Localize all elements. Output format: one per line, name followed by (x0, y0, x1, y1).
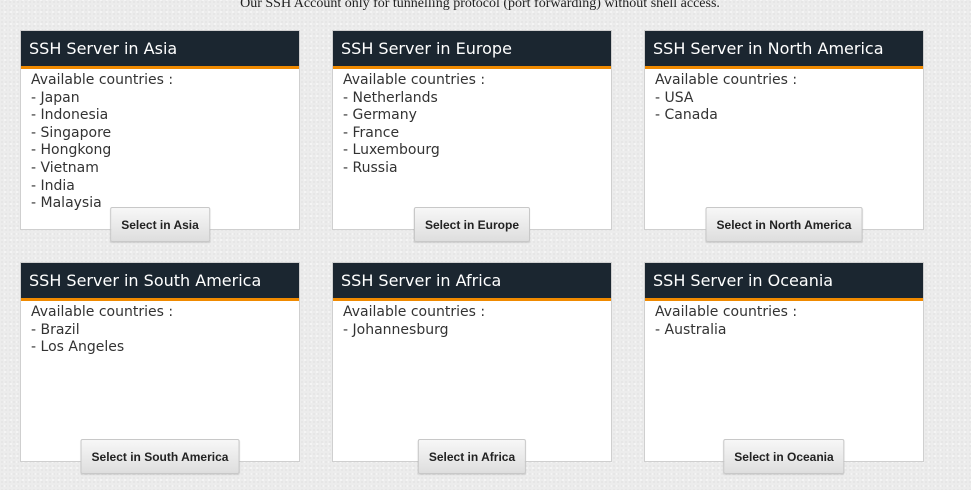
country-item: Vietnam (31, 160, 299, 178)
card-title: SSH Server in South America (21, 263, 299, 301)
countries-label: Available countries : (655, 72, 798, 88)
country-list: Johannesburg (343, 322, 611, 340)
server-card-oceania: SSH Server in Oceania Available countrie… (644, 262, 924, 474)
country-list: Brazil Los Angeles (31, 322, 299, 357)
select-oceania-button[interactable]: Select in Oceania (723, 439, 845, 474)
server-card-south-america: SSH Server in South America Available co… (20, 262, 300, 474)
country-list: Australia (655, 322, 923, 340)
country-item: Singapore (31, 125, 299, 143)
country-item: Luxembourg (343, 142, 611, 160)
card-body: Available countries : Netherlands German… (333, 69, 611, 178)
country-item: Canada (655, 107, 923, 125)
countries-label: Available countries : (31, 304, 174, 320)
countries-label: Available countries : (343, 72, 486, 88)
server-card-europe: SSH Server in Europe Available countries… (332, 30, 612, 242)
country-item: India (31, 178, 299, 196)
card-title: SSH Server in North America (645, 31, 923, 69)
card-title: SSH Server in Oceania (645, 263, 923, 301)
server-card-africa: SSH Server in Africa Available countries… (332, 262, 612, 474)
country-list: Japan Indonesia Singapore Hongkong Vietn… (31, 90, 299, 213)
card-body: Available countries : Japan Indonesia Si… (21, 69, 299, 213)
page-description: Our SSH Account only for tunnelling prot… (240, 0, 720, 11)
card-body: Available countries : USA Canada (645, 69, 923, 125)
country-item: Brazil (31, 322, 299, 340)
card-title: SSH Server in Europe (333, 31, 611, 69)
countries-label: Available countries : (655, 304, 798, 320)
select-africa-button[interactable]: Select in Africa (417, 439, 527, 474)
select-europe-button[interactable]: Select in Europe (413, 207, 531, 242)
countries-label: Available countries : (31, 72, 174, 88)
card-title: SSH Server in Asia (21, 31, 299, 69)
country-item: Johannesburg (343, 322, 611, 340)
country-list: Netherlands Germany France Luxembourg Ru… (343, 90, 611, 178)
country-item: Netherlands (343, 90, 611, 108)
select-north-america-button[interactable]: Select in North America (705, 207, 863, 242)
country-item: Germany (343, 107, 611, 125)
country-list: USA Canada (655, 90, 923, 125)
country-item: Russia (343, 160, 611, 178)
card-title: SSH Server in Africa (333, 263, 611, 301)
countries-label: Available countries : (343, 304, 486, 320)
country-item: Japan (31, 90, 299, 108)
select-south-america-button[interactable]: Select in South America (80, 439, 240, 474)
server-card-asia: SSH Server in Asia Available countries :… (20, 30, 300, 242)
country-item: Hongkong (31, 142, 299, 160)
server-card-north-america: SSH Server in North America Available co… (644, 30, 924, 242)
country-item: Indonesia (31, 107, 299, 125)
card-body: Available countries : Australia (645, 301, 923, 339)
country-item: USA (655, 90, 923, 108)
country-item: Australia (655, 322, 923, 340)
select-asia-button[interactable]: Select in Asia (110, 207, 210, 242)
card-body: Available countries : Brazil Los Angeles (21, 301, 299, 357)
country-item: France (343, 125, 611, 143)
country-item: Los Angeles (31, 339, 299, 357)
card-body: Available countries : Johannesburg (333, 301, 611, 339)
